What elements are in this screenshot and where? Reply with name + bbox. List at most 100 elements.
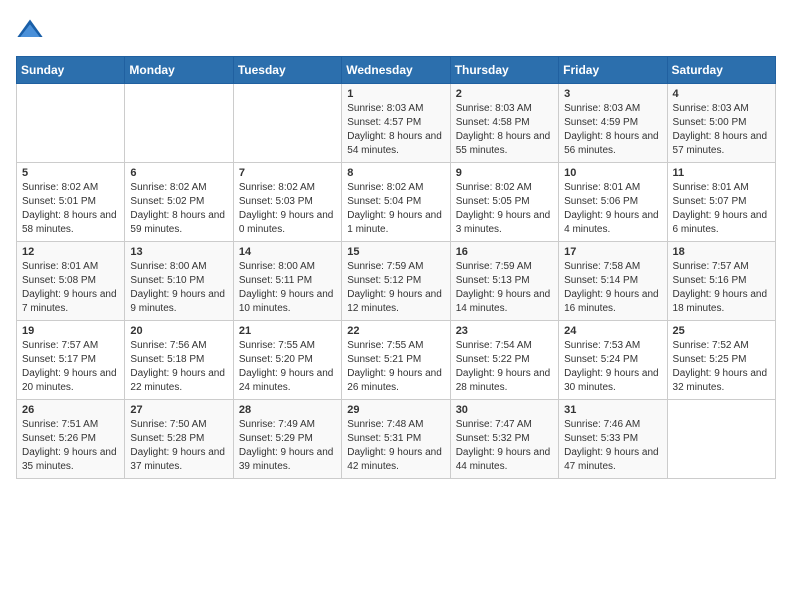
calendar-week-4: 19 Sunrise: 7:57 AM Sunset: 5:17 PM Dayl… [17, 321, 776, 400]
daylight-label: Daylight: 8 hours and 57 minutes. [673, 131, 768, 156]
sunset-label: Sunset: 5:13 PM [456, 275, 530, 286]
day-number: 22 [347, 325, 444, 337]
daylight-label: Daylight: 9 hours and 42 minutes. [347, 447, 442, 472]
daylight-label: Daylight: 9 hours and 3 minutes. [456, 210, 551, 235]
calendar-cell [125, 84, 233, 163]
day-number: 12 [22, 246, 119, 258]
calendar-cell: 29 Sunrise: 7:48 AM Sunset: 5:31 PM Dayl… [342, 400, 450, 479]
calendar-cell: 3 Sunrise: 8:03 AM Sunset: 4:59 PM Dayli… [559, 84, 667, 163]
daylight-label: Daylight: 9 hours and 37 minutes. [130, 447, 225, 472]
calendar-cell: 11 Sunrise: 8:01 AM Sunset: 5:07 PM Dayl… [667, 163, 775, 242]
sunset-label: Sunset: 5:04 PM [347, 196, 421, 207]
cell-info: Sunrise: 7:52 AM Sunset: 5:25 PM Dayligh… [673, 339, 770, 395]
calendar-cell: 12 Sunrise: 8:01 AM Sunset: 5:08 PM Dayl… [17, 242, 125, 321]
sunrise-label: Sunrise: 7:52 AM [673, 340, 749, 351]
day-number: 27 [130, 404, 227, 416]
daylight-label: Daylight: 9 hours and 10 minutes. [239, 289, 334, 314]
cell-info: Sunrise: 8:02 AM Sunset: 5:03 PM Dayligh… [239, 181, 336, 237]
day-number: 21 [239, 325, 336, 337]
day-number: 10 [564, 167, 661, 179]
cell-info: Sunrise: 8:02 AM Sunset: 5:01 PM Dayligh… [22, 181, 119, 237]
day-number: 17 [564, 246, 661, 258]
day-number: 9 [456, 167, 553, 179]
day-number: 14 [239, 246, 336, 258]
sunset-label: Sunset: 5:03 PM [239, 196, 313, 207]
day-number: 24 [564, 325, 661, 337]
calendar-cell: 13 Sunrise: 8:00 AM Sunset: 5:10 PM Dayl… [125, 242, 233, 321]
daylight-label: Daylight: 9 hours and 14 minutes. [456, 289, 551, 314]
daylight-label: Daylight: 9 hours and 1 minute. [347, 210, 442, 235]
day-number: 20 [130, 325, 227, 337]
sunrise-label: Sunrise: 8:02 AM [130, 182, 206, 193]
sunset-label: Sunset: 5:16 PM [673, 275, 747, 286]
cell-info: Sunrise: 7:46 AM Sunset: 5:33 PM Dayligh… [564, 418, 661, 474]
logo [16, 16, 48, 44]
calendar-cell: 10 Sunrise: 8:01 AM Sunset: 5:06 PM Dayl… [559, 163, 667, 242]
calendar-cell: 17 Sunrise: 7:58 AM Sunset: 5:14 PM Dayl… [559, 242, 667, 321]
sunrise-label: Sunrise: 7:50 AM [130, 419, 206, 430]
daylight-label: Daylight: 9 hours and 18 minutes. [673, 289, 768, 314]
sunset-label: Sunset: 5:17 PM [22, 354, 96, 365]
cell-info: Sunrise: 8:03 AM Sunset: 5:00 PM Dayligh… [673, 102, 770, 158]
calendar-cell: 30 Sunrise: 7:47 AM Sunset: 5:32 PM Dayl… [450, 400, 558, 479]
cell-info: Sunrise: 7:59 AM Sunset: 5:13 PM Dayligh… [456, 260, 553, 316]
daylight-label: Daylight: 9 hours and 22 minutes. [130, 368, 225, 393]
cell-info: Sunrise: 7:55 AM Sunset: 5:20 PM Dayligh… [239, 339, 336, 395]
daylight-label: Daylight: 9 hours and 6 minutes. [673, 210, 768, 235]
sunrise-label: Sunrise: 7:55 AM [347, 340, 423, 351]
sunrise-label: Sunrise: 7:59 AM [347, 261, 423, 272]
sunset-label: Sunset: 5:18 PM [130, 354, 204, 365]
cell-info: Sunrise: 7:59 AM Sunset: 5:12 PM Dayligh… [347, 260, 444, 316]
calendar-cell: 2 Sunrise: 8:03 AM Sunset: 4:58 PM Dayli… [450, 84, 558, 163]
daylight-label: Daylight: 8 hours and 54 minutes. [347, 131, 442, 156]
sunset-label: Sunset: 5:07 PM [673, 196, 747, 207]
calendar-cell: 26 Sunrise: 7:51 AM Sunset: 5:26 PM Dayl… [17, 400, 125, 479]
calendar-cell: 14 Sunrise: 8:00 AM Sunset: 5:11 PM Dayl… [233, 242, 341, 321]
sunrise-label: Sunrise: 8:03 AM [456, 103, 532, 114]
sunset-label: Sunset: 5:12 PM [347, 275, 421, 286]
cell-info: Sunrise: 8:02 AM Sunset: 5:05 PM Dayligh… [456, 181, 553, 237]
day-number: 8 [347, 167, 444, 179]
sunset-label: Sunset: 5:29 PM [239, 433, 313, 444]
daylight-label: Daylight: 9 hours and 7 minutes. [22, 289, 117, 314]
cell-info: Sunrise: 8:03 AM Sunset: 4:57 PM Dayligh… [347, 102, 444, 158]
calendar-cell: 6 Sunrise: 8:02 AM Sunset: 5:02 PM Dayli… [125, 163, 233, 242]
day-number: 7 [239, 167, 336, 179]
day-number: 23 [456, 325, 553, 337]
sunrise-label: Sunrise: 8:03 AM [564, 103, 640, 114]
calendar-cell: 16 Sunrise: 7:59 AM Sunset: 5:13 PM Dayl… [450, 242, 558, 321]
day-number: 15 [347, 246, 444, 258]
daylight-label: Daylight: 9 hours and 12 minutes. [347, 289, 442, 314]
day-number: 3 [564, 88, 661, 100]
sunrise-label: Sunrise: 7:57 AM [673, 261, 749, 272]
sunrise-label: Sunrise: 7:48 AM [347, 419, 423, 430]
daylight-label: Daylight: 9 hours and 35 minutes. [22, 447, 117, 472]
calendar-week-1: 1 Sunrise: 8:03 AM Sunset: 4:57 PM Dayli… [17, 84, 776, 163]
cell-info: Sunrise: 7:50 AM Sunset: 5:28 PM Dayligh… [130, 418, 227, 474]
calendar-cell [233, 84, 341, 163]
weekday-header-friday: Friday [559, 57, 667, 84]
day-number: 11 [673, 167, 770, 179]
logo-icon [16, 16, 44, 44]
calendar-cell: 25 Sunrise: 7:52 AM Sunset: 5:25 PM Dayl… [667, 321, 775, 400]
sunset-label: Sunset: 4:59 PM [564, 117, 638, 128]
sunrise-label: Sunrise: 7:56 AM [130, 340, 206, 351]
sunset-label: Sunset: 5:33 PM [564, 433, 638, 444]
daylight-label: Daylight: 8 hours and 58 minutes. [22, 210, 117, 235]
daylight-label: Daylight: 9 hours and 44 minutes. [456, 447, 551, 472]
calendar-week-5: 26 Sunrise: 7:51 AM Sunset: 5:26 PM Dayl… [17, 400, 776, 479]
cell-info: Sunrise: 7:57 AM Sunset: 5:16 PM Dayligh… [673, 260, 770, 316]
daylight-label: Daylight: 8 hours and 59 minutes. [130, 210, 225, 235]
cell-info: Sunrise: 7:57 AM Sunset: 5:17 PM Dayligh… [22, 339, 119, 395]
cell-info: Sunrise: 8:01 AM Sunset: 5:08 PM Dayligh… [22, 260, 119, 316]
daylight-label: Daylight: 9 hours and 28 minutes. [456, 368, 551, 393]
sunrise-label: Sunrise: 8:02 AM [22, 182, 98, 193]
sunset-label: Sunset: 5:10 PM [130, 275, 204, 286]
daylight-label: Daylight: 9 hours and 24 minutes. [239, 368, 334, 393]
calendar-week-2: 5 Sunrise: 8:02 AM Sunset: 5:01 PM Dayli… [17, 163, 776, 242]
cell-info: Sunrise: 8:03 AM Sunset: 4:58 PM Dayligh… [456, 102, 553, 158]
weekday-header-sunday: Sunday [17, 57, 125, 84]
sunset-label: Sunset: 5:02 PM [130, 196, 204, 207]
sunrise-label: Sunrise: 8:01 AM [673, 182, 749, 193]
sunrise-label: Sunrise: 7:51 AM [22, 419, 98, 430]
